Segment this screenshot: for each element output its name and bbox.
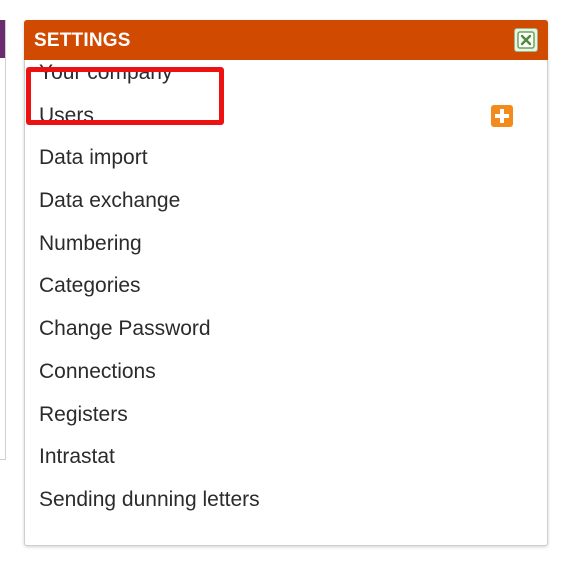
- background-side-panel-header: [0, 20, 5, 58]
- menu-item-label: Numbering: [39, 231, 142, 255]
- menu-item-categories[interactable]: Categories: [25, 265, 547, 308]
- close-button[interactable]: [514, 28, 538, 52]
- menu-item-data-exchange[interactable]: Data exchange: [25, 180, 547, 223]
- menu-item-change-password[interactable]: Change Password: [25, 308, 547, 351]
- panel-title: SETTINGS: [34, 30, 131, 51]
- menu-item-users[interactable]: Users: [25, 95, 547, 138]
- menu-item-label: Intrastat: [39, 445, 115, 469]
- menu-item-label: Connections: [39, 359, 156, 383]
- close-icon: [517, 31, 535, 49]
- menu-item-label: Data exchange: [39, 189, 181, 213]
- settings-menu: Your company Users Data import Data exch…: [25, 61, 547, 522]
- menu-item-label: Users: [39, 103, 94, 127]
- menu-item-label: Sending dunning letters: [39, 487, 260, 511]
- menu-item-label: Categories: [39, 274, 141, 298]
- menu-item-label: Data import: [39, 146, 148, 170]
- menu-item-your-company[interactable]: Your company: [25, 52, 547, 95]
- plus-icon-stroke: [500, 108, 504, 123]
- menu-item-label: Registers: [39, 402, 128, 426]
- menu-item-data-import[interactable]: Data import: [25, 137, 547, 180]
- menu-item-numbering[interactable]: Numbering: [25, 223, 547, 266]
- menu-item-sending-dunning-letters[interactable]: Sending dunning letters: [25, 479, 547, 522]
- menu-item-connections[interactable]: Connections: [25, 351, 547, 394]
- menu-item-label: Your company: [39, 61, 173, 84]
- menu-item-label: Change Password: [39, 317, 211, 341]
- background-side-panel: [0, 20, 6, 460]
- add-user-button[interactable]: [491, 104, 513, 127]
- menu-item-registers[interactable]: Registers: [25, 394, 547, 437]
- settings-panel: SETTINGS Your company Users Data import …: [24, 20, 548, 546]
- menu-item-intrastat[interactable]: Intrastat: [25, 436, 547, 479]
